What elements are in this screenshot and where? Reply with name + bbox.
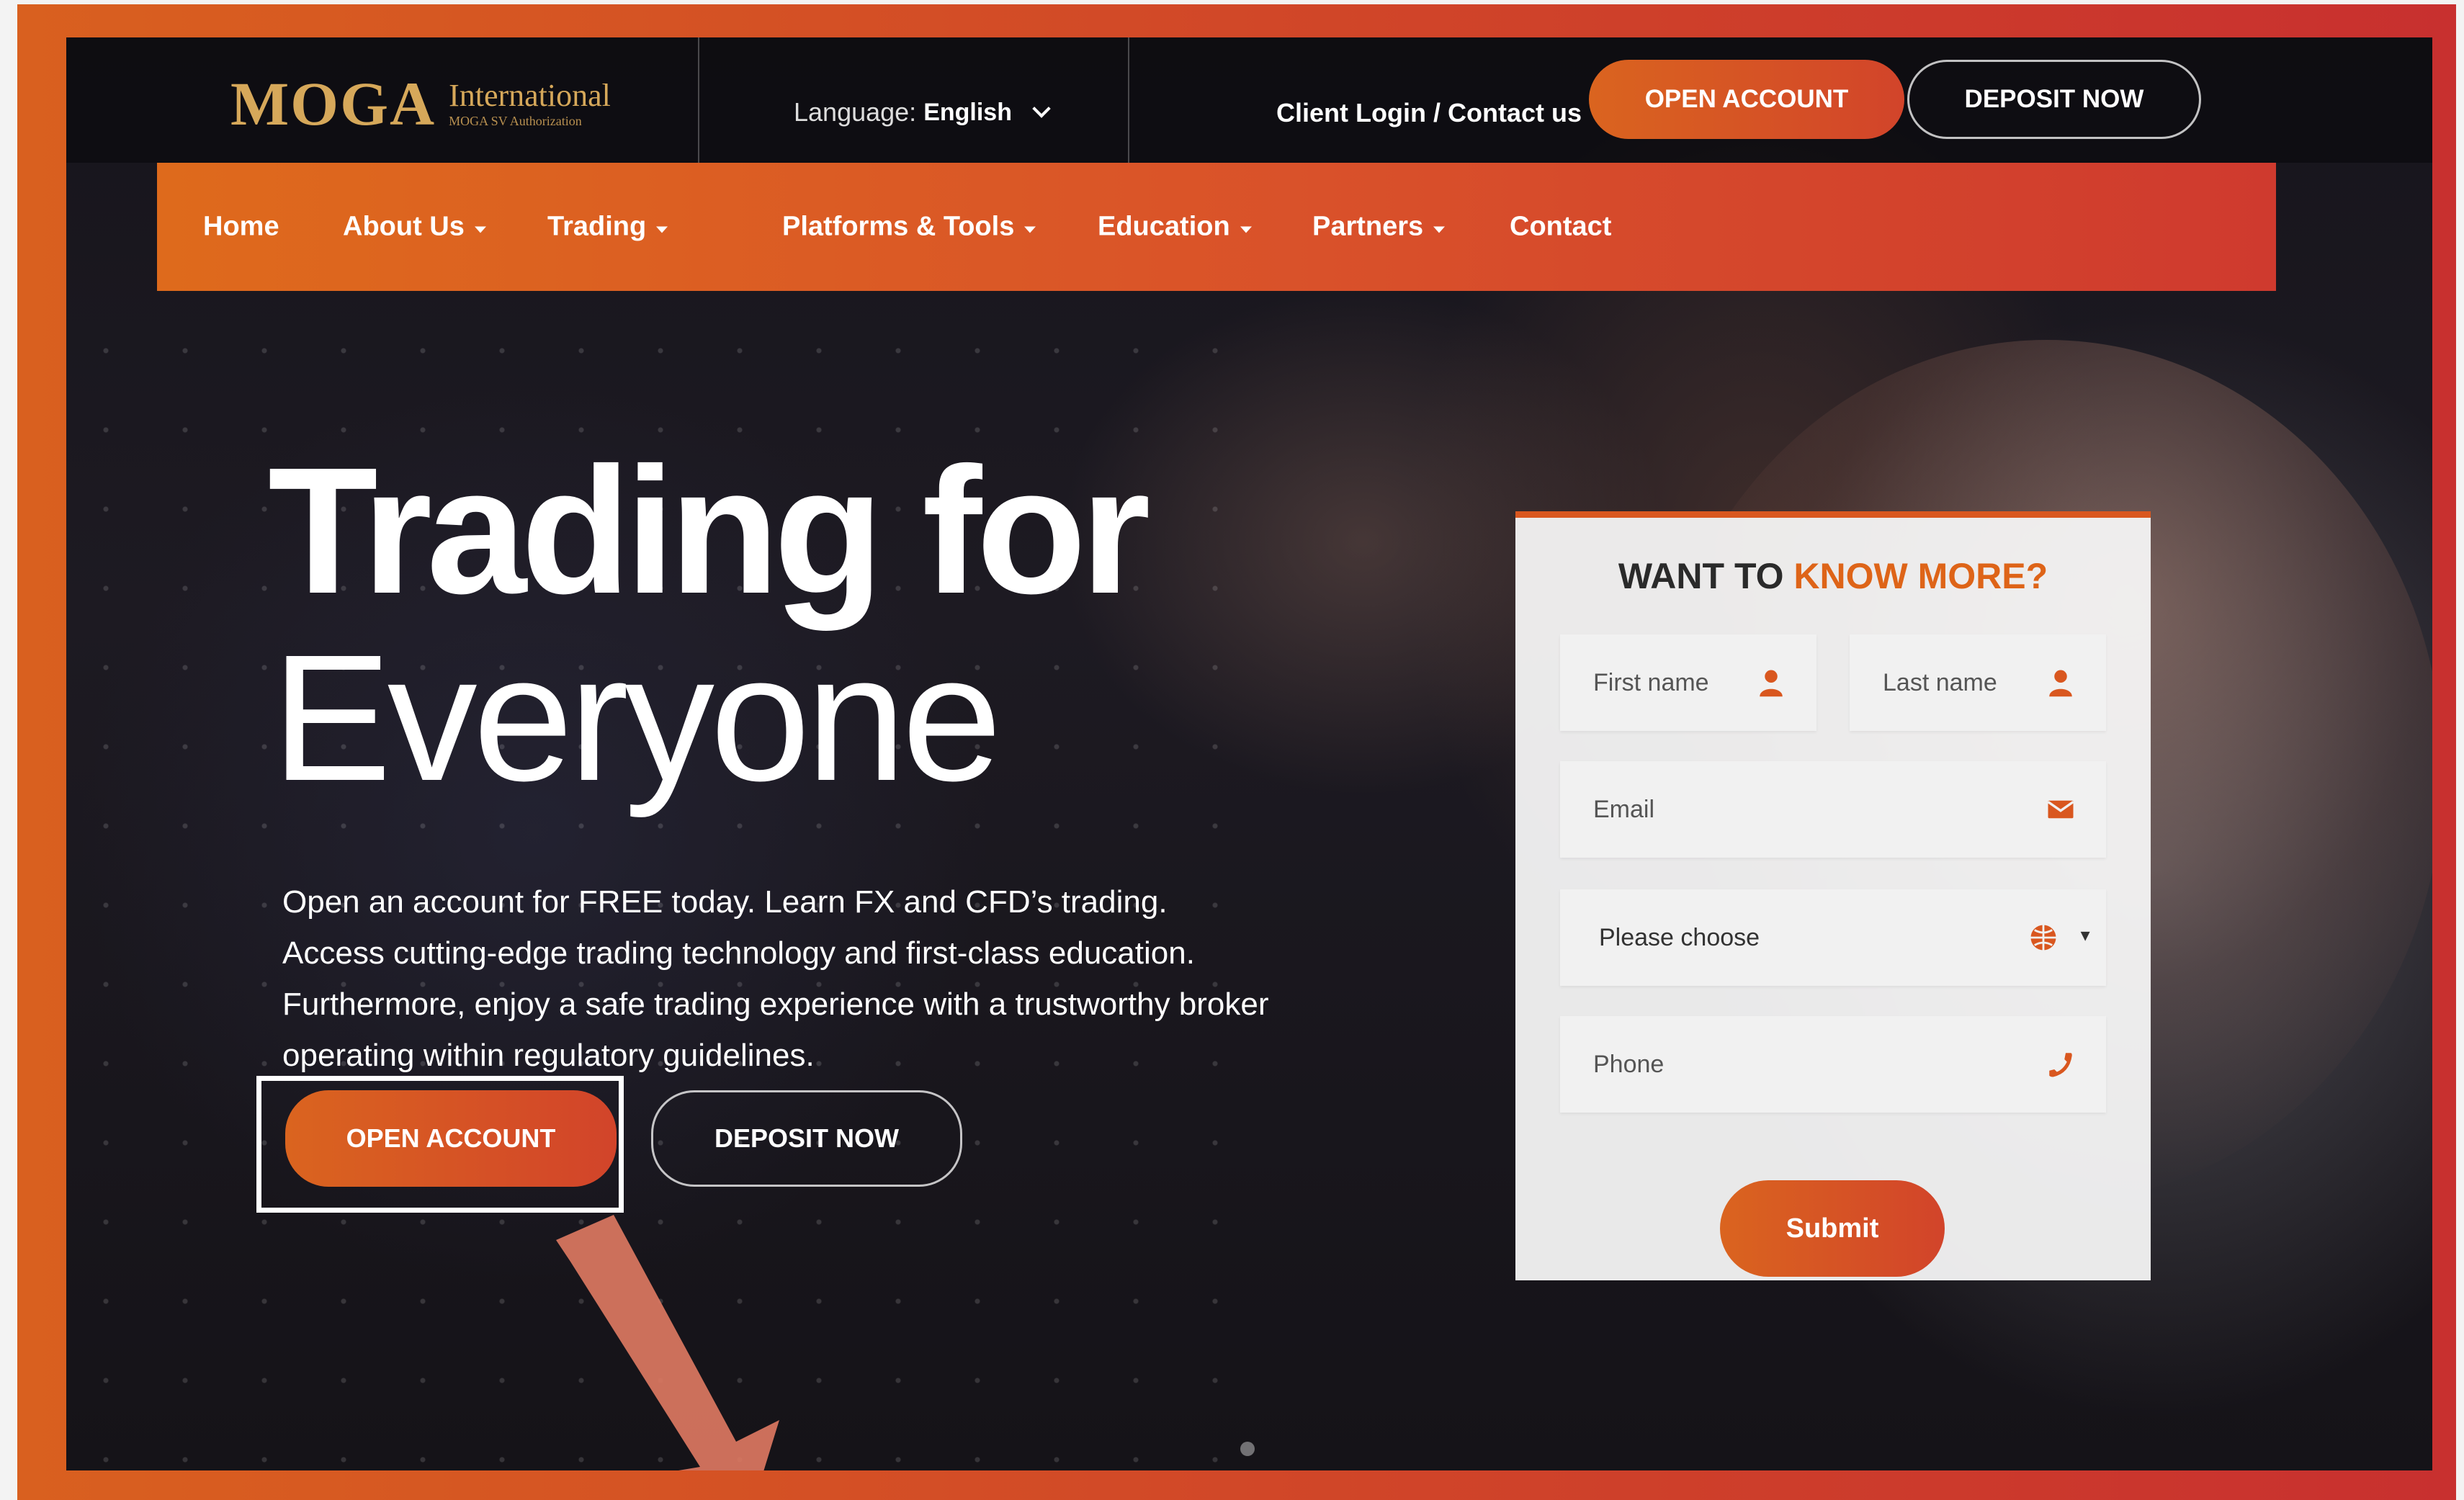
top-bar: MOGA International MOGA SV Authorization…: [66, 37, 2432, 163]
phone-icon: [2049, 1053, 2072, 1077]
form-title: WANT TO KNOW MORE?: [1515, 555, 2151, 597]
nav-item-platforms-tools[interactable]: Platforms & Tools: [782, 212, 1036, 243]
main-nav: Home About Us Trading Platforms & Tools …: [157, 163, 2276, 291]
hero-description-line: operating within regulatory guidelines.: [282, 1038, 815, 1073]
envelope-icon: [2047, 800, 2074, 819]
open-account-button-top[interactable]: OPEN ACCOUNT: [1589, 60, 1904, 139]
language-value: English: [923, 98, 1012, 126]
caret-down-icon: [1433, 226, 1446, 233]
screenshot-frame: MOGA International MOGA SV Authorization…: [17, 4, 2456, 1500]
nav-item-partners[interactable]: Partners: [1312, 211, 1446, 243]
first-name-field[interactable]: First name: [1560, 634, 1816, 731]
caret-down-icon: [474, 226, 486, 233]
hero-description-line: Access cutting-edge trading technology a…: [282, 935, 1195, 971]
first-name-placeholder: First name: [1593, 668, 1709, 696]
nav-item-label: About Us: [343, 211, 465, 242]
chevron-down-icon: [1032, 99, 1051, 118]
nav-item-contact[interactable]: Contact: [1510, 212, 1611, 243]
topbar-divider: [698, 37, 699, 163]
nav-item-education[interactable]: Education: [1098, 212, 1252, 243]
hero-description: Open an account for FREE today. Learn FX…: [282, 876, 1363, 1081]
carousel-indicator-dot[interactable]: [1240, 1442, 1255, 1456]
hero-title-line2: Everyone: [272, 617, 1002, 818]
logo[interactable]: MOGA International MOGA SV Authorization: [230, 69, 611, 138]
form-title-plain: WANT TO: [1618, 556, 1794, 596]
nav-item-about-us[interactable]: About Us: [343, 212, 486, 243]
caret-down-icon: [1024, 226, 1036, 233]
client-login-link[interactable]: Client Login / Contact us: [1276, 98, 1582, 128]
last-name-field[interactable]: Last name: [1850, 634, 2106, 731]
country-select[interactable]: Please choose ▼: [1560, 889, 2106, 986]
phone-placeholder: Phone: [1593, 1050, 1665, 1078]
select-arrow-icon: ▼: [2077, 926, 2093, 945]
email-placeholder: Email: [1593, 795, 1655, 823]
topbar-divider: [1128, 37, 1129, 163]
nav-item-label: Home: [203, 211, 279, 242]
lead-form: WANT TO KNOW MORE? First name Last name …: [1515, 511, 2151, 1280]
logo-name: International: [449, 78, 611, 113]
hero-description-line: Furthermore, enjoy a safe trading experi…: [282, 987, 1269, 1022]
nav-item-label: Platforms & Tools: [782, 211, 1015, 242]
user-icon: [2049, 670, 2072, 697]
caret-down-icon: [1240, 226, 1252, 233]
logo-text: International MOGA SV Authorization: [449, 78, 611, 128]
last-name-placeholder: Last name: [1883, 668, 1997, 696]
nav-item-label: Contact: [1510, 211, 1612, 242]
nav-item-label: Trading: [547, 211, 647, 242]
hero-description-line: Open an account for FREE today. Learn FX…: [282, 884, 1168, 920]
nav-item-trading[interactable]: Trading: [547, 212, 668, 243]
deposit-now-button-top[interactable]: DEPOSIT NOW: [1907, 60, 2201, 139]
page-viewport: MOGA International MOGA SV Authorization…: [66, 37, 2432, 1470]
phone-field[interactable]: Phone: [1560, 1016, 2106, 1113]
globe-icon: [2030, 925, 2056, 951]
email-field[interactable]: Email: [1560, 761, 2106, 858]
language-selector[interactable]: Language: English: [794, 97, 1051, 127]
deposit-now-button-hero[interactable]: DEPOSIT NOW: [651, 1090, 962, 1187]
submit-button[interactable]: Submit: [1720, 1180, 1945, 1277]
caret-down-icon: [656, 226, 668, 233]
country-select-value: Please choose: [1599, 923, 1760, 951]
hero-title-line1: Trading for: [268, 430, 1151, 631]
open-account-button-hero[interactable]: OPEN ACCOUNT: [285, 1090, 617, 1187]
logo-subtitle: MOGA SV Authorization: [449, 114, 582, 128]
language-label: Language:: [794, 97, 917, 127]
logo-mark: MOGA: [230, 69, 436, 138]
user-icon: [1760, 670, 1783, 697]
nav-item-label: Partners: [1312, 211, 1424, 242]
form-title-highlight: KNOW MORE?: [1793, 556, 2048, 596]
nav-item-home[interactable]: Home: [203, 212, 279, 243]
nav-item-label: Education: [1098, 211, 1230, 242]
